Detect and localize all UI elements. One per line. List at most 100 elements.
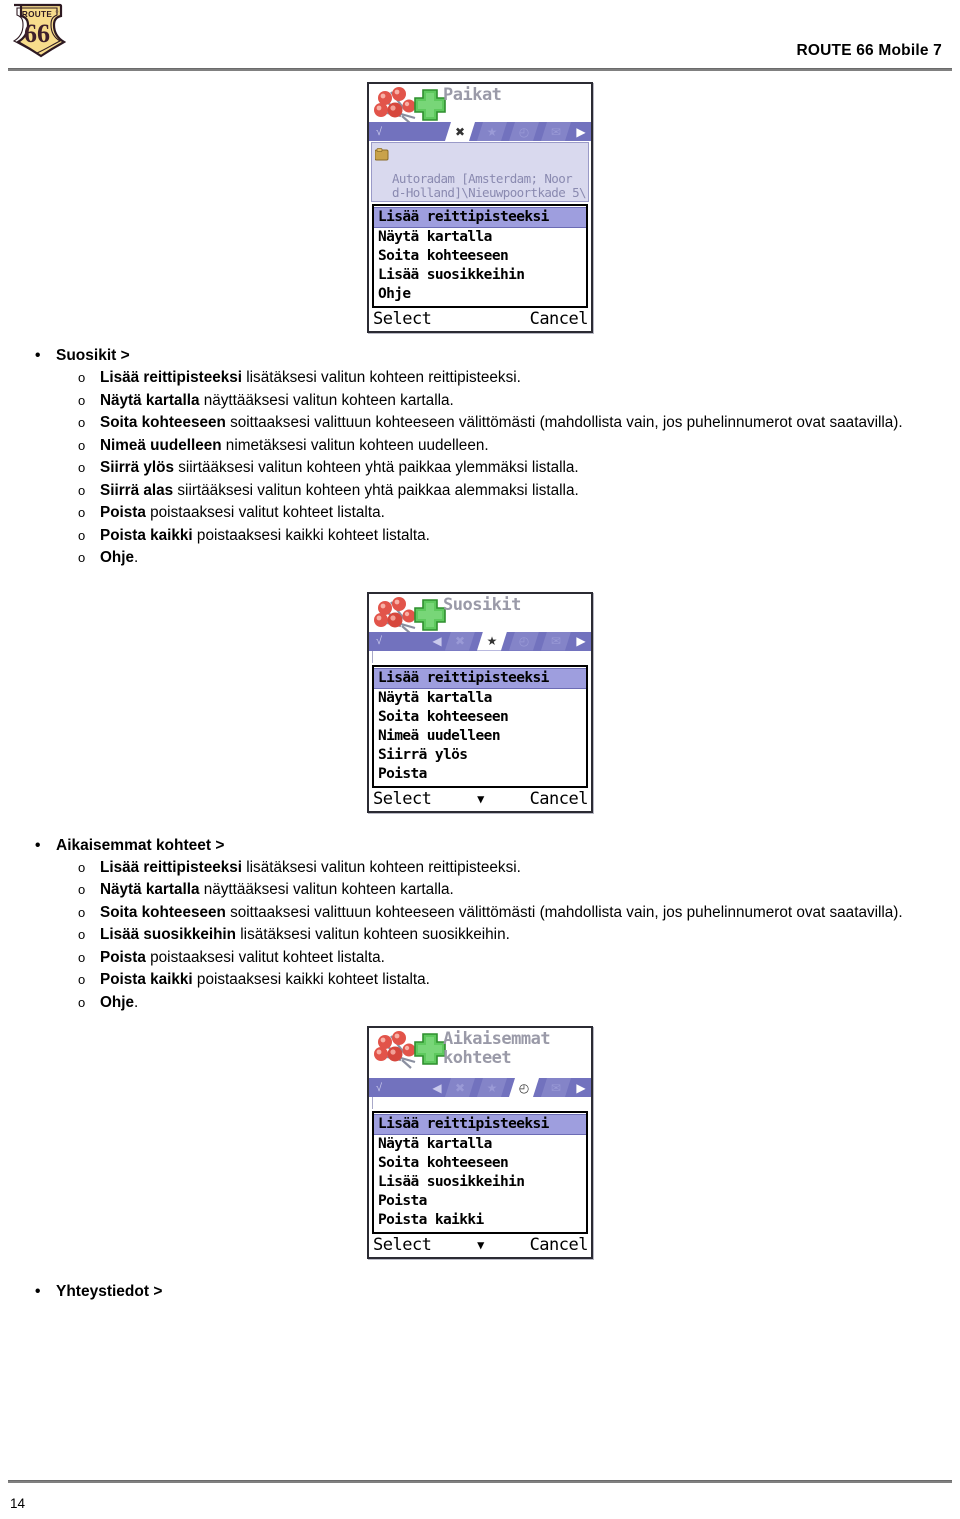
list-item: o Ohje. [78,992,946,1015]
softkey-bar: Select ▼ Cancel [369,1235,591,1257]
screenshot-suosikit: Suosikit √ ◀ ✖ ★ ◴ ✉ ▶ Lisää reittipiste… [367,591,593,813]
tabbar[interactable]: √ ◀ ✖ ★ ◴ ✉ ▶ [369,1078,591,1097]
menu-item-lisaa-suosikkeihin[interactable]: Lisää suosikkeihin [374,266,586,285]
menu-item-lisaa-reittipisteeksi[interactable]: Lisää reittipisteeksi [374,1114,586,1135]
tab-suosikit[interactable]: ★ [477,632,507,651]
sub-bullet-icon: o [78,392,86,408]
shot-title: Paikat [443,85,502,105]
list-item: o Soita kohteeseen soittaaksesi valittuun… [78,412,946,435]
tabbar[interactable]: √ ✖ ★ ◴ ✉ ▶ [369,122,591,141]
item-desc: lisätäksesi valitun kohteen reittipistee… [242,858,521,876]
tab-paikat[interactable]: ✖ [445,632,475,651]
sub-bullet-icon: o [78,859,86,875]
tab-next-arrow-icon[interactable]: ▶ [573,122,589,141]
star-icon: ★ [486,124,498,139]
close-x-icon: ✖ [454,1080,466,1095]
list-item: o Lisää suosikkeihin lisätäksesi valitun … [78,924,946,947]
item-desc: . [134,549,139,566]
item-desc: soittaaksesi valittuun kohteeseen välitt… [225,414,903,431]
shot-title-area: Aikaisemmat kohteet [369,1028,591,1078]
menu-item-lisaa-suosikkeihin[interactable]: Lisää suosikkeihin [374,1173,586,1192]
star-icon: ★ [486,1080,498,1095]
menu-item-nayta-kartalla[interactable]: Näytä kartalla [374,689,586,708]
tab-aikaisemmat[interactable]: ◴ [509,1078,539,1097]
item-label: Soita kohteeseen [100,414,226,431]
bullet-icon: • [35,1283,41,1300]
softkey-select[interactable]: Select [373,309,432,329]
shot-title-area: Paikat [369,84,591,122]
item-label: Poista kaikki [100,971,193,988]
shot-title-area: Suosikit [369,593,591,632]
list-item: o Näytä kartalla näyttääksesi valitun koh… [78,879,946,902]
context-menu[interactable]: Lisää reittipisteeksi Näytä kartalla Soi… [372,204,588,308]
list-item: o Poista poistaaksesi valitut kohteet lis… [78,502,946,525]
item-label: Näytä kartalla [100,391,200,409]
tab-prev-arrow-icon[interactable]: ◀ [429,1078,445,1097]
item-label: Ohje [100,549,134,566]
scroll-down-icon: ▼ [477,1238,484,1252]
tabbar[interactable]: √ ◀ ✖ ★ ◴ ✉ ▶ [369,631,591,651]
softkey-select[interactable]: Select [373,789,432,809]
softkey-cancel[interactable]: Cancel [530,309,589,329]
list-item: o Lisää reittipisteeksi lisätäksesi valit… [78,857,946,880]
item-label: Poista [100,504,146,521]
softkey-select[interactable]: Select [373,1235,432,1255]
address-field: Autoradam [Amsterdam; Noor d-Holland]\Ni… [371,142,589,202]
empty-list-area [372,650,591,663]
tab-yhteystiedot[interactable]: ✉ [541,122,571,141]
tab-suosikit[interactable]: ★ [477,122,507,141]
softkey-cancel[interactable]: Cancel [530,1235,589,1255]
tab-paikat[interactable]: ✖ [445,122,475,141]
sub-bullet-icon: o [78,927,86,942]
tab-paikat[interactable]: ✖ [445,1078,475,1097]
sub-bullet-icon: o [78,972,86,987]
tab-yhteystiedot[interactable]: ✉ [541,632,571,651]
menu-item-siirra-ylos[interactable]: Siirrä ylös [374,746,586,765]
tab-suosikit[interactable]: ★ [477,1078,507,1097]
item-label: Poista [100,948,146,966]
context-menu[interactable]: Lisää reittipisteeksi Näytä kartalla Soi… [372,1111,588,1234]
section-heading-yhteystiedot: • Yhteystiedot > [35,1281,946,1303]
sub-bullet-icon: o [78,415,86,430]
item-label: Ohje [100,993,134,1011]
menu-item-poista[interactable]: Poista [374,1192,586,1211]
sub-bullet-icon: o [78,505,86,520]
page-number: 14 [10,1496,26,1511]
section-heading-suosikit: • Suosikit > [35,345,946,367]
menu-item-poista[interactable]: Poista [374,765,586,784]
heading-text: Suosikit > [56,347,130,364]
tab-aikaisemmat[interactable]: ◴ [509,122,539,141]
softkey-cancel[interactable]: Cancel [530,789,589,809]
star-icon: ★ [486,634,498,648]
folder-icon [375,148,389,161]
sub-bullet-icon: o [78,437,86,453]
envelope-icon: ✉ [550,634,562,648]
menu-item-nimea-uudelleen[interactable]: Nimeä uudelleen [374,727,586,746]
list-item: o Poista kaikki poistaaksesi kaikki kohte… [78,969,946,992]
menu-item-soita-kohteeseen[interactable]: Soita kohteeseen [374,247,586,266]
tab-aikaisemmat[interactable]: ◴ [509,632,539,651]
tab-next-arrow-icon[interactable]: ▶ [573,632,589,651]
tab-prev-arrow-icon[interactable]: ◀ [429,632,445,651]
context-menu[interactable]: Lisää reittipisteeksi Näytä kartalla Soi… [372,664,588,788]
menu-item-soita-kohteeseen[interactable]: Soita kohteeseen [374,708,586,727]
menu-item-poista-kaikki[interactable]: Poista kaikki [374,1211,586,1230]
item-label: Lisää reittipisteeksi [100,369,242,386]
item-desc: poistaaksesi kaikki kohteet listalta. [192,971,430,988]
shot-title: Aikaisemmat kohteet [443,1029,551,1068]
tab-next-arrow-icon[interactable]: ▶ [573,1078,589,1097]
item-desc: näyttääksesi valitun kohteen kartalla. [199,391,454,409]
item-desc: lisätäksesi valitun kohteen reittipistee… [242,369,521,386]
menu-item-nayta-kartalla[interactable]: Näytä kartalla [374,1135,586,1154]
menu-item-lisaa-reittipisteeksi[interactable]: Lisää reittipisteeksi [374,207,586,228]
svg-text:66: 66 [24,19,50,48]
menu-item-soita-kohteeseen[interactable]: Soita kohteeseen [374,1154,586,1173]
item-desc: poistaaksesi valitut kohteet listalta. [145,504,385,521]
svg-text:®: ® [56,9,59,14]
list-item: o Lisää reittipisteeksi lisätäksesi valit… [78,367,946,390]
menu-item-nayta-kartalla[interactable]: Näytä kartalla [374,228,586,247]
menu-item-ohje[interactable]: Ohje [374,285,586,304]
item-label: Lisää suosikkeihin [100,926,237,943]
tab-yhteystiedot[interactable]: ✉ [541,1078,571,1097]
menu-item-lisaa-reittipisteeksi[interactable]: Lisää reittipisteeksi [374,667,586,689]
